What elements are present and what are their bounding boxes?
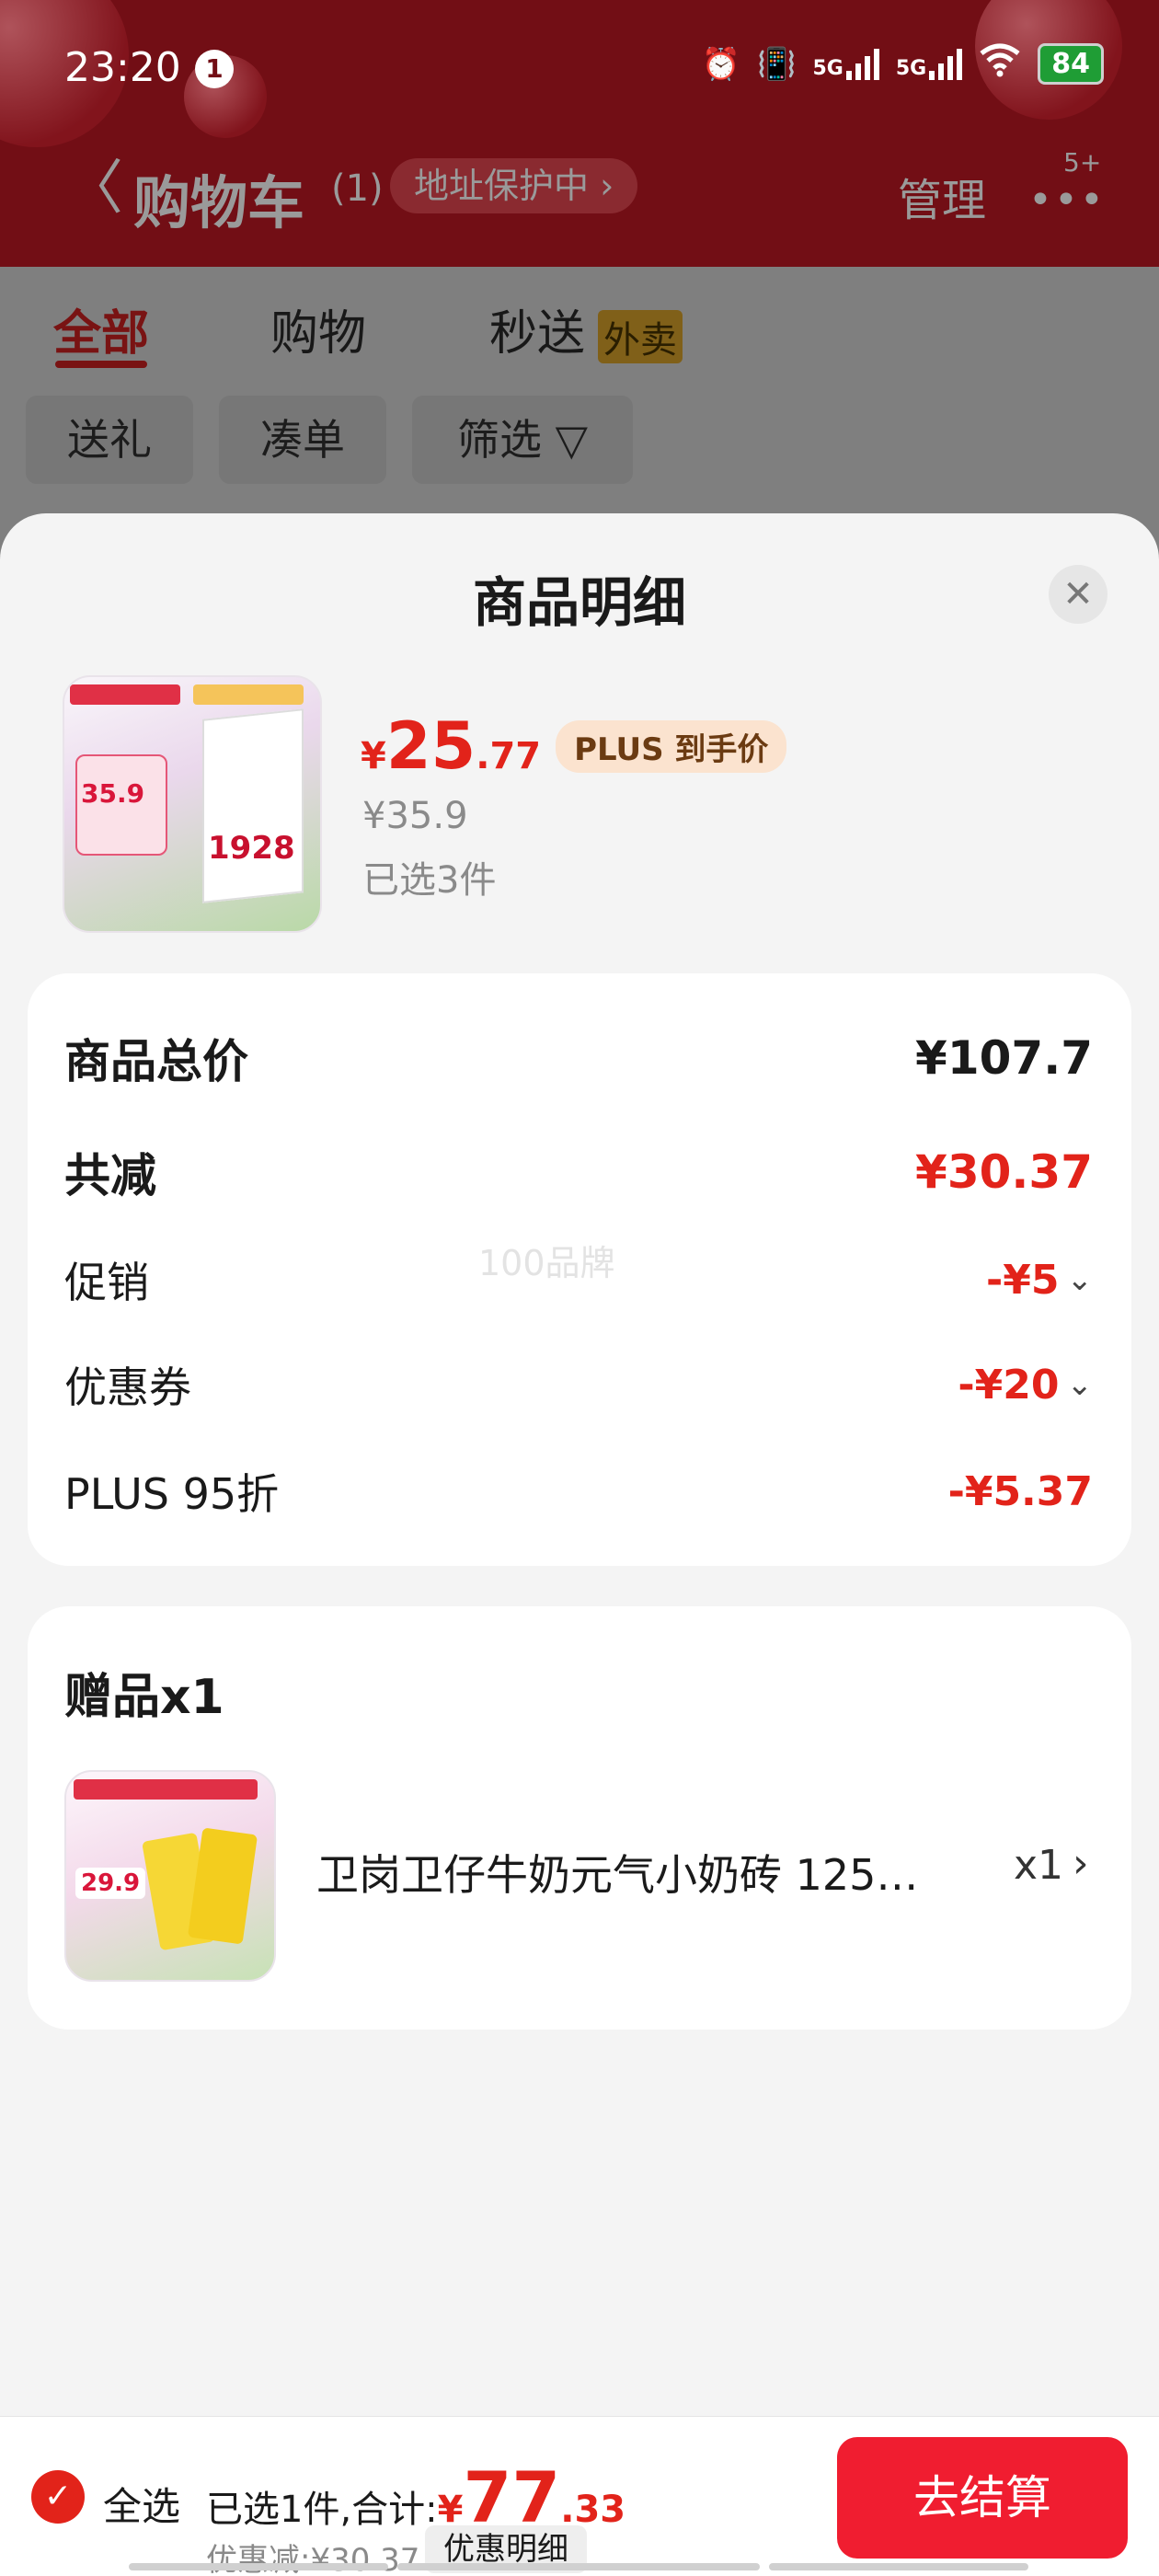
product-image-milk-box bbox=[202, 708, 304, 903]
checkout-button[interactable]: 去结算 bbox=[837, 2437, 1128, 2559]
product-image-label: 1928 bbox=[208, 830, 295, 867]
coupon-label: 优惠券 bbox=[64, 1363, 191, 1412]
close-icon[interactable]: ✕ bbox=[1049, 565, 1107, 624]
total-integer: 77 bbox=[463, 2456, 561, 2538]
coupon-value: -¥20 bbox=[958, 1361, 1060, 1409]
row-total-price: 商品总价 ¥107.7 bbox=[64, 1025, 1093, 1091]
row-promotion[interactable]: 促销 -¥5 ⌄ bbox=[64, 1249, 1093, 1310]
gift-quantity: x1 bbox=[1014, 1842, 1064, 1889]
row-total-discount: 共减 ¥30.37 bbox=[64, 1139, 1093, 1205]
price-decimal: .77 bbox=[476, 735, 542, 777]
signal-1: 5G bbox=[812, 48, 879, 80]
more-icon[interactable]: ••• bbox=[1028, 177, 1106, 224]
total-discount-label: 共减 bbox=[64, 1149, 156, 1202]
gift-name[interactable]: 卫岗卫仔牛奶元气小奶砖 125ml*12盒 bbox=[316, 1842, 951, 1903]
battery-icon: 84 bbox=[1038, 43, 1104, 85]
total-price-label: 商品总价 bbox=[64, 1035, 248, 1088]
coupon-value-wrap: -¥20 ⌄ bbox=[958, 1362, 1093, 1409]
tab-express-label: 秒送 bbox=[489, 306, 586, 362]
takeout-badge: 外卖 bbox=[598, 310, 683, 363]
gift-title: 赠品x1 bbox=[64, 1670, 224, 1725]
product-image-price: 35.9 bbox=[81, 778, 145, 809]
nav-bar: 〈 购物车 (1) 地址保护中 › 管理 ••• 5+ bbox=[0, 147, 1159, 236]
signal-1-label: 5G bbox=[812, 56, 843, 80]
order-total: 已选1件,合计: ¥ 77 .33 bbox=[206, 2463, 625, 2533]
plus-discount-label: PLUS 95折 bbox=[64, 1469, 280, 1519]
tab-express[interactable]: 秒送 外卖 bbox=[489, 294, 683, 363]
plus-price-tag: PLUS 到手价 bbox=[556, 719, 787, 773]
total-discount-value: ¥30.37 bbox=[915, 1145, 1093, 1199]
signal-bars-icon bbox=[845, 48, 879, 80]
select-all-label[interactable]: 全选 bbox=[103, 2476, 180, 2532]
address-protection-pill[interactable]: 地址保护中 › bbox=[390, 158, 638, 213]
status-bar: 23:20 1 ⏰ 📳 5G 5G 84 bbox=[0, 0, 1159, 138]
sheet-title: 商品明细 bbox=[472, 571, 686, 634]
vibrate-icon: 📳 bbox=[757, 45, 797, 83]
gift-card: 赠品x1 29.9 卫岗卫仔牛奶元气小奶砖 125ml*12盒 x1 › bbox=[28, 1606, 1131, 2030]
checkout-bar: ✓ 全选 已选1件,合计: ¥ 77 .33 优惠减:¥30.37 优惠明细 去… bbox=[0, 2416, 1159, 2576]
promotion-value: -¥5 bbox=[986, 1256, 1060, 1304]
chip-combine-order[interactable]: 凑单 bbox=[219, 396, 386, 484]
product-detail-sheet: 商品明细 ✕ 1928 35.9 ¥ 25 .77 PLUS 到手价 ¥35.9… bbox=[0, 513, 1159, 2576]
selected-count: 已选3件 bbox=[362, 859, 497, 902]
product-image[interactable]: 1928 35.9 bbox=[63, 675, 322, 933]
price-integer: 25 bbox=[385, 708, 476, 784]
promotion-label: 促销 bbox=[64, 1258, 149, 1307]
chip-gift[interactable]: 送礼 bbox=[26, 396, 193, 484]
summary-prefix: 已选1件,合计: bbox=[206, 2489, 438, 2531]
back-icon[interactable]: 〈 bbox=[64, 156, 123, 221]
gift-image[interactable]: 29.9 bbox=[64, 1770, 276, 1982]
original-price: ¥35.9 bbox=[362, 795, 468, 837]
gift-image-banner bbox=[74, 1779, 258, 1800]
chevron-down-icon[interactable]: ⌄ bbox=[1067, 1366, 1094, 1403]
filter-chips: 送礼 凑单 筛选 ▽ bbox=[0, 396, 1159, 488]
home-indicator-center bbox=[397, 2563, 760, 2570]
status-icons: ⏰ 📳 5G 5G 84 bbox=[702, 42, 1104, 86]
tab-all[interactable]: 全部 bbox=[53, 294, 149, 363]
product-price: ¥ 25 .77 PLUS 到手价 bbox=[361, 708, 787, 784]
home-indicator-right bbox=[769, 2563, 1028, 2570]
plus-discount-value: -¥5.37 bbox=[947, 1467, 1093, 1515]
cart-tabs: 全部 购物 秒送 外卖 bbox=[0, 267, 1159, 386]
row-coupon[interactable]: 优惠券 -¥20 ⌄ bbox=[64, 1354, 1093, 1415]
page-title: 购物车 bbox=[133, 169, 305, 236]
notification-badge: 1 bbox=[195, 50, 234, 88]
tab-indicator bbox=[55, 361, 147, 368]
tab-shopping[interactable]: 购物 bbox=[270, 294, 366, 363]
promotion-value-wrap: -¥5 ⌄ bbox=[986, 1257, 1093, 1304]
signal-bars-icon bbox=[929, 48, 963, 80]
status-time: 23:20 bbox=[64, 44, 181, 91]
checkbox-checked-icon[interactable]: ✓ bbox=[31, 2470, 85, 2524]
chevron-right-icon[interactable]: › bbox=[1073, 1840, 1089, 1887]
price-symbol: ¥ bbox=[361, 735, 386, 777]
chevron-down-icon[interactable]: ⌄ bbox=[1067, 1261, 1094, 1298]
wifi-icon bbox=[979, 42, 1021, 86]
row-plus-discount: PLUS 95折 -¥5.37 bbox=[64, 1461, 1093, 1522]
total-price-value: ¥107.7 bbox=[915, 1031, 1093, 1085]
product-image-banner bbox=[70, 684, 180, 705]
gift-image-price: 29.9 bbox=[75, 1868, 146, 1899]
more-badge: 5+ bbox=[1063, 147, 1102, 178]
home-indicator-left bbox=[129, 2563, 388, 2570]
signal-2-label: 5G bbox=[895, 56, 927, 80]
price-breakdown-card: 100品牌 商品总价 ¥107.7 共减 ¥30.37 促销 -¥5 ⌄ 优惠券 … bbox=[28, 973, 1131, 1566]
manage-button[interactable]: 管理 bbox=[898, 164, 986, 228]
alarm-icon: ⏰ bbox=[701, 45, 741, 83]
product-image-banner-2 bbox=[193, 684, 304, 705]
cart-count: (1) bbox=[331, 167, 384, 210]
chip-filter[interactable]: 筛选 ▽ bbox=[412, 396, 633, 484]
signal-2: 5G bbox=[895, 48, 963, 80]
